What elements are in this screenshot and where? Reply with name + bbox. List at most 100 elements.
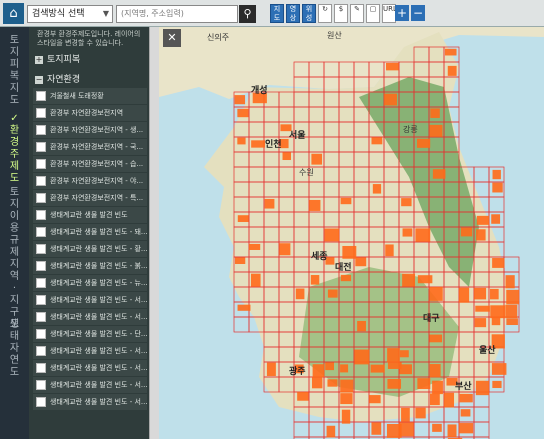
layer-checkbox[interactable]	[36, 193, 46, 203]
satellite-type-button[interactable]: 위성	[302, 4, 316, 23]
area-icon[interactable]: ▢	[366, 4, 380, 23]
hotspot-patch	[430, 108, 440, 118]
layer-checkbox[interactable]	[36, 244, 46, 254]
url-button[interactable]: URL	[382, 4, 397, 23]
layer-item[interactable]: 생태계교란 생물 발견 빈도 - 서...	[33, 394, 147, 410]
layer-item[interactable]: 생태계교란 생물 발견 빈도 - 돼...	[33, 224, 147, 240]
layer-checkbox[interactable]	[36, 108, 46, 118]
hotspot-patch	[476, 215, 490, 225]
layer-item[interactable]: 생태계교란 생물 발견 빈도 - 서...	[33, 309, 147, 325]
hotspot-patch	[429, 334, 443, 343]
map-label-suwon: 수원	[299, 168, 314, 177]
hotspot-patch	[370, 364, 385, 373]
map-label-sinuiju: 신의주	[207, 33, 230, 42]
layer-label: 생태계교란 생물 발견 빈도 - 붉...	[49, 262, 147, 270]
hotspot-patch	[327, 289, 338, 298]
tab-ecology-map[interactable]: 생태자연도	[0, 319, 29, 379]
layer-checkbox[interactable]	[36, 346, 46, 356]
hotspot-patch	[342, 245, 357, 259]
layer-item[interactable]: 환경부 자연환경보전지역 - 야...	[33, 173, 147, 189]
layer-checkbox[interactable]	[36, 227, 46, 237]
category-land-cover[interactable]: + 토지피복	[29, 53, 149, 67]
layer-checkbox[interactable]	[36, 142, 46, 152]
layer-checkbox[interactable]	[36, 380, 46, 390]
map-view[interactable]: 신의주 원산 개성 서울 인천 수원 강릉 세종 대전 대구 울산 부산 광주	[159, 27, 544, 439]
layer-item[interactable]: 겨울철새 도래정황	[33, 88, 147, 104]
layer-item[interactable]: 생태계교란 생물 발견 빈도	[33, 207, 147, 223]
layer-checkbox[interactable]	[36, 363, 46, 373]
layer-item[interactable]: 환경부 자연환경보전지역 - 습...	[33, 156, 147, 172]
layer-item[interactable]: 생태계교란 생물 발견 빈도 - 황...	[33, 241, 147, 257]
layer-item[interactable]: 생태계교란 생물 발견 빈도 - 뉴...	[33, 275, 147, 291]
hotspot-patch	[474, 287, 487, 300]
image-type-button[interactable]: 영상	[286, 4, 300, 23]
measure-icon[interactable]: $	[334, 4, 348, 23]
panel-description: 환경부 환경주제도입니다. 레이어의 스타일을 변경할 수 있습니다.	[37, 30, 141, 47]
layer-item[interactable]: 환경부 자연환경보전지역 - 생...	[33, 122, 147, 138]
panel-splitter[interactable]	[149, 27, 159, 439]
layer-label: 환경부 자연환경보전지역 - 야...	[50, 177, 144, 185]
map-tools: 지도 영상 위성 ↻ $ ✎ ▢ URL	[270, 4, 397, 24]
layer-item[interactable]: 생태계교란 생물 발견 빈도 - 단...	[33, 326, 147, 342]
layer-item[interactable]: 환경부 자연환경보전지역 - 특...	[33, 190, 147, 206]
hotspot-patch	[492, 182, 503, 193]
layer-checkbox[interactable]	[36, 278, 46, 288]
hotspot-patch	[417, 378, 431, 389]
hotspot-patch	[491, 363, 507, 375]
layer-item[interactable]: 생태계교란 생물 발견 빈도 - 붉...	[33, 258, 147, 274]
zoom-in-button[interactable]: +	[395, 5, 409, 21]
home-icon[interactable]: ⌂	[3, 3, 24, 24]
map-label-busan: 부산	[455, 382, 472, 392]
hotspot-patch	[401, 407, 410, 422]
hotspot-patch	[459, 423, 474, 434]
tab-land-use-regulation[interactable]: 토 지 이 용 규 제 지 역 · 지 구 도	[0, 187, 29, 331]
tab-land-cover[interactable]: 토지피복지도	[0, 35, 29, 107]
hotspot-patch	[250, 273, 261, 287]
layer-item[interactable]: 생태계교란 생물 발견 빈도 - 서...	[33, 360, 147, 376]
layer-item[interactable]: 환경부 자연환경보전지역 - 국...	[33, 139, 147, 155]
layer-item[interactable]: 생태계교란 생물 발견 빈도 - 서...	[33, 377, 147, 393]
layer-checkbox[interactable]	[36, 312, 46, 322]
hotspot-patch	[354, 349, 370, 365]
map-label-gangneung: 강릉	[403, 125, 418, 134]
zoom-out-button[interactable]: −	[411, 5, 425, 21]
hotspot-patch	[490, 288, 499, 300]
refresh-icon[interactable]: ↻	[318, 4, 332, 23]
map-label-ulsan: 울산	[479, 346, 496, 356]
search-type-select[interactable]: 검색방식 선택 ▼	[27, 5, 113, 23]
category-natural-environment[interactable]: − 자연환경	[29, 73, 149, 87]
tab-environment-theme[interactable]: ✓ 환 경 주 제 도	[0, 113, 29, 185]
hotspot-patch	[415, 407, 426, 419]
layer-item[interactable]: 생태계교란 생물 발견 빈도 - 서...	[33, 292, 147, 308]
layer-checkbox[interactable]	[36, 329, 46, 339]
draw-icon[interactable]: ✎	[350, 4, 364, 23]
layer-checkbox[interactable]	[36, 295, 46, 305]
hotspot-patch	[357, 320, 366, 332]
close-icon[interactable]: ✕	[163, 29, 181, 47]
layer-item[interactable]: 생태계교란 생물 발견 빈도 - 서...	[33, 343, 147, 359]
hotspot-patch	[237, 137, 246, 145]
layer-label: 환경부 자연환경보전지역 - 습...	[50, 160, 144, 168]
layer-checkbox[interactable]	[36, 91, 46, 101]
layer-checkbox[interactable]	[36, 125, 46, 135]
search-icon[interactable]: ⚲	[239, 5, 256, 23]
map-label-gwangju: 광주	[289, 367, 306, 377]
layer-checkbox[interactable]	[36, 210, 46, 220]
layer-checkbox[interactable]	[36, 261, 46, 271]
layer-checkbox[interactable]	[36, 176, 46, 186]
layer-checkbox[interactable]	[36, 159, 46, 169]
layer-label: 생태계교란 생물 발견 빈도 - 서...	[49, 296, 147, 304]
hotspot-patch	[429, 393, 440, 406]
hotspot-patch	[311, 153, 323, 165]
hotspot-patch	[387, 348, 400, 363]
expand-icon: +	[35, 55, 43, 64]
hotspot-patch	[491, 317, 501, 326]
hotspot-patch	[266, 362, 276, 376]
hotspot-patch	[444, 392, 455, 408]
layer-checkbox[interactable]	[36, 397, 46, 407]
map-type-button[interactable]: 지도	[270, 4, 284, 23]
layer-item[interactable]: 환경부 자연환경보전지역	[33, 105, 147, 121]
layer-label: 환경부 자연환경보전지역 - 생...	[50, 126, 144, 134]
hotspot-patch	[460, 227, 473, 237]
search-input[interactable]: (지역명, 주소입력)	[116, 5, 238, 23]
